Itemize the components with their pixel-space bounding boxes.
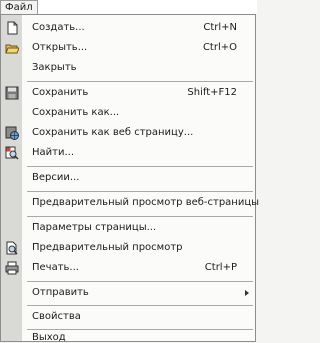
menu-item-label: Сохранить как веб страницу... xyxy=(32,127,194,138)
menu-file-label: Файл xyxy=(5,2,33,13)
submenu-arrow-icon xyxy=(245,290,249,296)
menu-item-print[interactable]: Печать... Ctrl+P xyxy=(1,258,255,278)
menu-item-label: Открыть... xyxy=(32,42,88,53)
menu-item-shortcut: Ctrl+O xyxy=(202,42,237,53)
menu-item-label: Сохранить xyxy=(32,87,89,98)
menu-separator xyxy=(27,216,253,217)
menu-separator xyxy=(27,191,253,192)
save-disk-icon xyxy=(5,86,19,100)
menu-separator xyxy=(27,166,253,167)
menu-item-find[interactable]: Найти... xyxy=(1,143,255,163)
menu-item-shortcut: Ctrl+N xyxy=(203,22,237,33)
menu-item-save-as[interactable]: Сохранить как... xyxy=(1,103,255,123)
menu-item-close[interactable]: Закрыть xyxy=(1,58,255,78)
menu-item-create[interactable]: Создать... Ctrl+N xyxy=(1,18,255,38)
menu-item-web-page-preview[interactable]: Предварительный просмотр веб-страницы xyxy=(1,193,259,213)
printer-icon xyxy=(5,261,19,275)
menu-file[interactable]: Файл xyxy=(0,0,38,14)
open-folder-icon xyxy=(5,44,19,54)
menu-item-exit[interactable]: Выход xyxy=(1,321,255,343)
menu-item-label: Закрыть xyxy=(32,62,77,73)
save-web-page-icon xyxy=(5,126,19,140)
menu-item-print-preview[interactable]: Предварительный просмотр xyxy=(1,238,255,258)
menu-item-label: Предварительный просмотр веб-страницы xyxy=(32,197,260,208)
menu-item-send[interactable]: Отправить xyxy=(1,283,255,303)
menu-separator xyxy=(27,305,253,306)
menu-item-label: Версии... xyxy=(32,172,80,183)
find-icon xyxy=(5,146,19,160)
file-menu-dropdown: Создать... Ctrl+N Открыть... Ctrl+O Закр… xyxy=(0,14,259,343)
menu-item-label: Предварительный просмотр xyxy=(32,242,183,253)
menu-separator xyxy=(27,81,253,82)
new-document-icon xyxy=(7,21,18,35)
menu-separator xyxy=(27,281,253,282)
menu-item-shortcut: Shift+F12 xyxy=(187,87,237,98)
menu-item-versions[interactable]: Версии... xyxy=(1,168,255,188)
menu-item-label: Параметры страницы... xyxy=(32,222,157,233)
menu-item-label: Отправить xyxy=(32,287,89,298)
menu-item-label: Выход xyxy=(32,332,66,343)
menu-item-label: Печать... xyxy=(32,262,79,273)
menu-item-shortcut: Ctrl+P xyxy=(204,262,237,273)
menu-item-save[interactable]: Сохранить Shift+F12 xyxy=(1,83,255,103)
print-preview-icon xyxy=(6,241,18,255)
menu-item-save-as-web-page[interactable]: Сохранить как веб страницу... xyxy=(1,123,255,143)
menu-item-label: Создать... xyxy=(32,22,85,33)
menu-item-open[interactable]: Открыть... Ctrl+O xyxy=(1,38,255,58)
menu-bar: Файл xyxy=(0,0,257,14)
menu-item-label: Сохранить как... xyxy=(32,107,120,118)
menu-item-page-setup[interactable]: Параметры страницы... xyxy=(1,218,255,238)
menu-item-label: Найти... xyxy=(32,147,75,158)
